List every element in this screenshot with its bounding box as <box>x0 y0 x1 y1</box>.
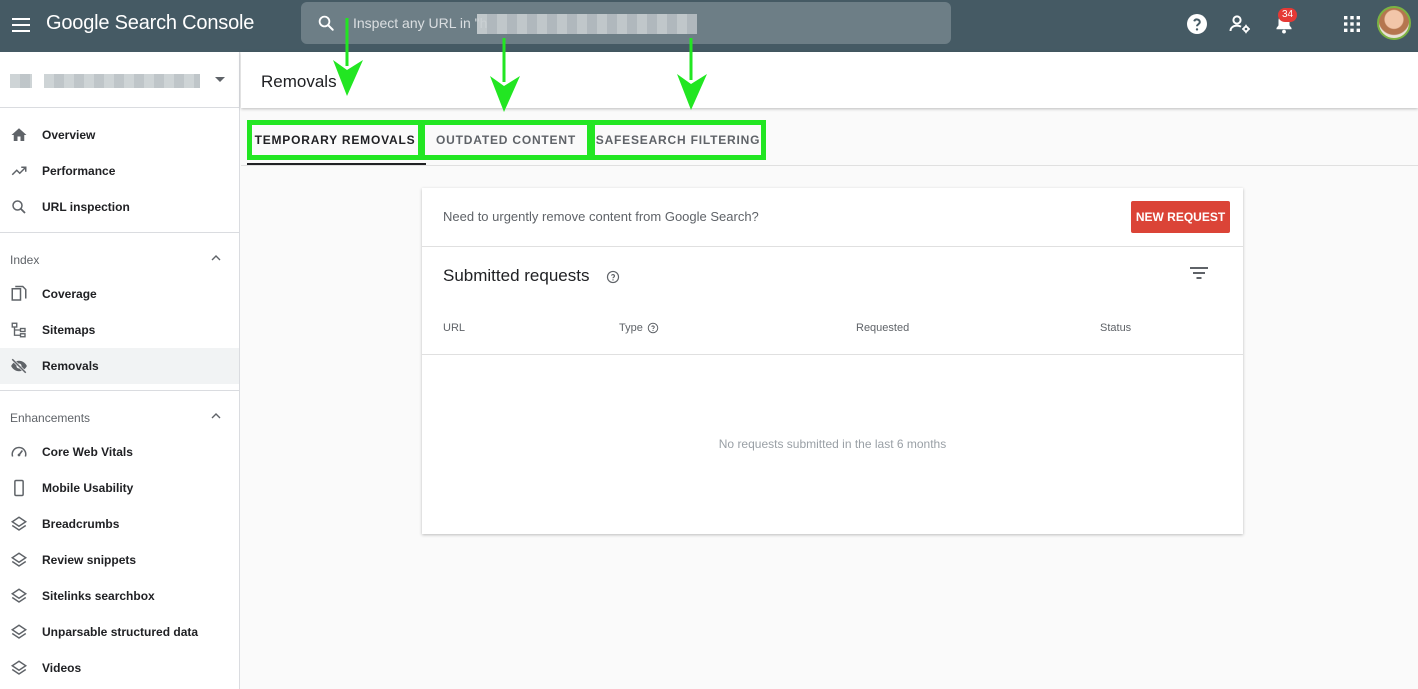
chevron-up-icon <box>211 413 221 419</box>
sidebar-item-label: Core Web Vitals <box>42 445 133 459</box>
app-logo[interactable]: Google Search Console <box>46 12 254 35</box>
page-header: Removals <box>241 52 1418 108</box>
annotation-arrow <box>333 18 363 96</box>
layers-icon <box>10 660 28 675</box>
sidebar-item-coverage[interactable]: Coverage <box>0 276 239 312</box>
filter-list-icon[interactable] <box>1190 265 1208 281</box>
section-label: Enhancements <box>10 411 91 425</box>
menu-icon[interactable] <box>10 14 32 36</box>
sidebar-divider <box>0 390 239 391</box>
search-icon <box>12 200 26 214</box>
sidebar-item-label: Videos <box>42 661 82 675</box>
annotation-arrow <box>677 38 707 110</box>
file-copy-icon <box>11 285 27 301</box>
sitemap-icon <box>11 322 26 338</box>
page-title: Removals <box>261 72 337 91</box>
sidebar-item-label: URL inspection <box>42 200 130 214</box>
sidebar-item-overview[interactable]: Overview <box>0 117 239 153</box>
sidebar-item-sitelinks-searchbox[interactable]: Sitelinks searchbox <box>0 578 239 614</box>
sidebar-item-sitemaps[interactable]: Sitemaps <box>0 312 239 348</box>
layers-icon <box>10 516 28 531</box>
column-header-url[interactable]: URL <box>443 322 465 334</box>
layers-icon <box>10 552 28 567</box>
chevron-down-icon <box>215 77 225 82</box>
sidebar-item-unparsable-structured-data[interactable]: Unparsable structured data <box>0 614 239 650</box>
sidebar-item-core-web-vitals[interactable]: Core Web Vitals <box>0 434 239 470</box>
speed-gauge-icon <box>11 446 27 457</box>
manage-users-icon[interactable] <box>1228 12 1252 36</box>
sidebar-item-label: Removals <box>42 359 99 373</box>
sidebar-item-label: Breadcrumbs <box>42 517 120 531</box>
home-icon <box>11 128 27 141</box>
tab-label: SAFESEARCH FILTERING <box>595 133 761 147</box>
tab-outdated-content[interactable]: OUTDATED CONTENT <box>420 120 592 160</box>
sidebar-item-label: Mobile Usability <box>42 481 134 495</box>
sidebar-item-label: Review snippets <box>42 553 137 567</box>
tab-temporary-removals[interactable]: TEMPORARY REMOVALS <box>247 120 423 160</box>
sidebar-item-videos[interactable]: Videos <box>0 650 239 686</box>
removal-prompt-text: Need to urgently remove content from Goo… <box>443 209 759 224</box>
tab-label: TEMPORARY REMOVALS <box>254 133 416 147</box>
empty-state-message: No requests submitted in the last 6 mont… <box>718 437 947 451</box>
annotation-arrow <box>490 38 520 112</box>
sidebar-item-label: Sitelinks searchbox <box>42 589 155 603</box>
tab-safesearch-filtering[interactable]: SAFESEARCH FILTERING <box>590 120 766 160</box>
redacted-property-icon <box>10 74 32 88</box>
redacted-property-name <box>477 14 697 34</box>
column-header-status[interactable]: Status <box>1100 322 1131 334</box>
sidebar-item-label: Overview <box>42 128 96 142</box>
submitted-requests-title: Submitted requests <box>443 266 590 285</box>
help-outline-icon[interactable] <box>647 322 659 334</box>
avatar[interactable] <box>1377 6 1411 40</box>
sidebar-item-performance[interactable]: Performance <box>0 153 239 189</box>
card-divider <box>422 246 1243 247</box>
sidebar: Overview Performance URL inspection Inde… <box>0 52 240 689</box>
redacted-property-label <box>44 74 200 88</box>
apps-grid-icon[interactable] <box>1340 12 1364 36</box>
sidebar-section-index[interactable]: Index <box>0 240 239 276</box>
sidebar-item-label: Performance <box>42 164 116 178</box>
help-icon[interactable] <box>1185 12 1209 36</box>
active-tab-indicator <box>247 163 426 165</box>
new-request-button[interactable]: NEW REQUEST <box>1131 201 1230 233</box>
sidebar-item-url-inspection[interactable]: URL inspection <box>0 189 239 225</box>
table-header-divider <box>422 354 1243 355</box>
column-header-requested[interactable]: Requested <box>856 322 909 334</box>
smartphone-icon <box>14 479 24 497</box>
property-selector[interactable] <box>0 52 239 108</box>
section-label: Index <box>10 253 40 267</box>
tab-label: OUTDATED CONTENT <box>436 133 576 147</box>
sidebar-item-label: Sitemaps <box>42 323 96 337</box>
help-outline-icon[interactable] <box>606 270 620 284</box>
sidebar-item-review-snippets[interactable]: Review snippets <box>0 542 239 578</box>
column-header-type[interactable]: Type <box>619 322 643 334</box>
submitted-requests-card: Need to urgently remove content from Goo… <box>422 188 1243 534</box>
removals-tabs: TEMPORARY REMOVALS OUTDATED CONTENT SAFE… <box>241 112 1418 166</box>
sidebar-item-label: Coverage <box>42 287 97 301</box>
url-inspection-search[interactable] <box>301 2 951 44</box>
chevron-up-icon <box>211 255 221 261</box>
layers-icon <box>10 624 28 639</box>
sidebar-item-label: Unparsable structured data <box>42 625 199 639</box>
layers-icon <box>10 588 28 603</box>
sidebar-item-removals[interactable]: Removals <box>0 348 239 384</box>
sidebar-item-mobile-usability[interactable]: Mobile Usability <box>0 470 239 506</box>
sidebar-divider <box>0 232 239 233</box>
visibility-off-icon <box>11 358 27 374</box>
notifications-count-badge: 34 <box>1278 8 1297 22</box>
sidebar-item-breadcrumbs[interactable]: Breadcrumbs <box>0 506 239 542</box>
trending-up-icon <box>11 166 27 176</box>
sidebar-section-enhancements[interactable]: Enhancements <box>0 398 239 434</box>
